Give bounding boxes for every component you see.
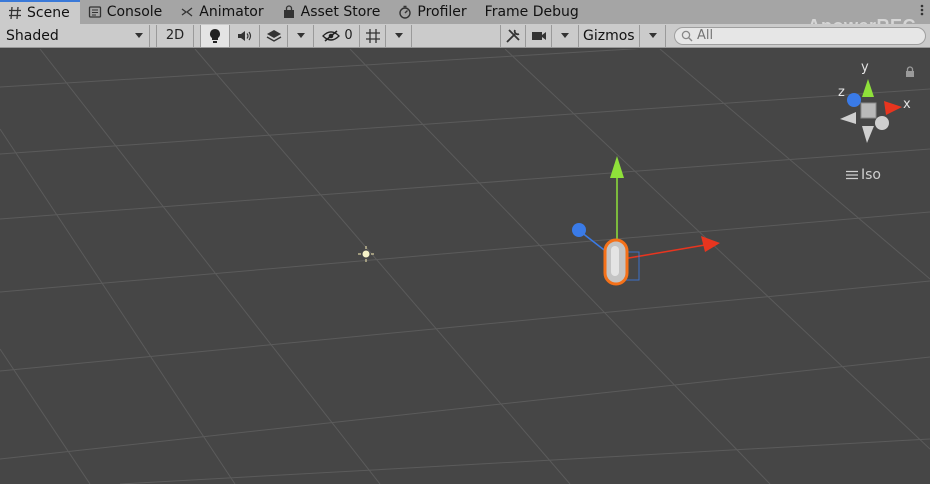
- gizmos-dropdown[interactable]: [640, 24, 666, 47]
- axis-x-label: x: [903, 97, 911, 112]
- tab-scene[interactable]: Scene: [0, 0, 80, 24]
- projection-label: Iso: [861, 167, 881, 183]
- lock-icon[interactable]: [905, 66, 915, 78]
- hidden-count: 0: [344, 28, 353, 43]
- grid-toggle[interactable]: [360, 24, 386, 47]
- editor-tab-bar: Scene Console Animator Asset Store Profi…: [0, 0, 930, 36]
- move-tool-handle[interactable]: [565, 152, 725, 292]
- effects-toggle[interactable]: [260, 24, 288, 47]
- chevron-down-icon: [394, 33, 403, 38]
- more-options-icon[interactable]: [920, 3, 924, 21]
- toggle-2d-button[interactable]: 2D: [156, 24, 194, 47]
- toggle-2d-label: 2D: [165, 28, 185, 43]
- scene-grid: [0, 49, 930, 484]
- search-input[interactable]: [697, 28, 897, 43]
- eye-slash-icon: [322, 29, 341, 42]
- camera-button[interactable]: [526, 24, 552, 47]
- tab-console[interactable]: Console: [80, 0, 173, 24]
- axis-z-label: z: [838, 85, 845, 100]
- chevron-down-icon: [296, 33, 305, 38]
- audio-toggle[interactable]: [230, 24, 260, 47]
- tab-profiler[interactable]: Profiler: [390, 0, 476, 24]
- scene-toolbar: Shaded 2D 0 Gizmos: [0, 24, 930, 48]
- tab-frame-debug[interactable]: Frame Debug: [477, 0, 589, 24]
- tools-icon: [506, 28, 520, 43]
- z-axis-handle: [572, 223, 586, 237]
- gizmos-label: Gizmos: [583, 27, 635, 44]
- menu-lines-icon: [846, 170, 858, 180]
- search-icon: [681, 30, 693, 41]
- camera-dropdown[interactable]: [552, 25, 578, 47]
- projection-toggle[interactable]: Iso: [846, 167, 881, 183]
- layers-icon: [266, 29, 281, 42]
- chevron-down-icon: [648, 33, 657, 38]
- chevron-down-icon: [135, 33, 143, 38]
- animator-icon: [180, 5, 194, 19]
- camera-icon: [531, 31, 546, 40]
- grid-dropdown[interactable]: [386, 24, 412, 47]
- shading-mode-dropdown[interactable]: Shaded: [0, 24, 150, 47]
- light-gizmo-icon[interactable]: [357, 245, 375, 263]
- scene-search-field[interactable]: [674, 26, 926, 45]
- tab-label: Asset Store: [300, 4, 381, 20]
- tab-label: Profiler: [417, 4, 467, 20]
- axis-y-label: y: [861, 60, 869, 75]
- tab-asset-store[interactable]: Asset Store: [274, 0, 391, 24]
- effects-dropdown[interactable]: [288, 24, 314, 47]
- tabbar-controls: [920, 0, 930, 24]
- tab-label: Frame Debug: [484, 4, 579, 20]
- lighting-toggle[interactable]: [200, 24, 230, 47]
- chevron-down-icon: [561, 33, 569, 38]
- lightbulb-icon: [210, 28, 220, 43]
- scene-viewport[interactable]: y x z Iso: [0, 49, 930, 484]
- hidden-objects-toggle[interactable]: 0: [316, 24, 360, 47]
- y-axis-arrow: [610, 156, 624, 178]
- shading-mode-value: Shaded: [6, 27, 59, 44]
- gizmos-button[interactable]: Gizmos: [578, 24, 640, 47]
- bag-icon: [282, 5, 296, 19]
- x-axis-arrow: [701, 236, 720, 252]
- tools-toggle[interactable]: [500, 24, 526, 47]
- console-icon: [88, 5, 102, 19]
- tab-animator[interactable]: Animator: [172, 0, 273, 24]
- tab-label: Animator: [199, 4, 264, 20]
- grid-icon: [365, 28, 380, 43]
- speaker-icon: [237, 30, 251, 41]
- tab-label: Scene: [27, 5, 70, 21]
- profiler-icon: [398, 5, 412, 19]
- hash-icon: [8, 6, 22, 20]
- tab-label: Console: [106, 4, 163, 20]
